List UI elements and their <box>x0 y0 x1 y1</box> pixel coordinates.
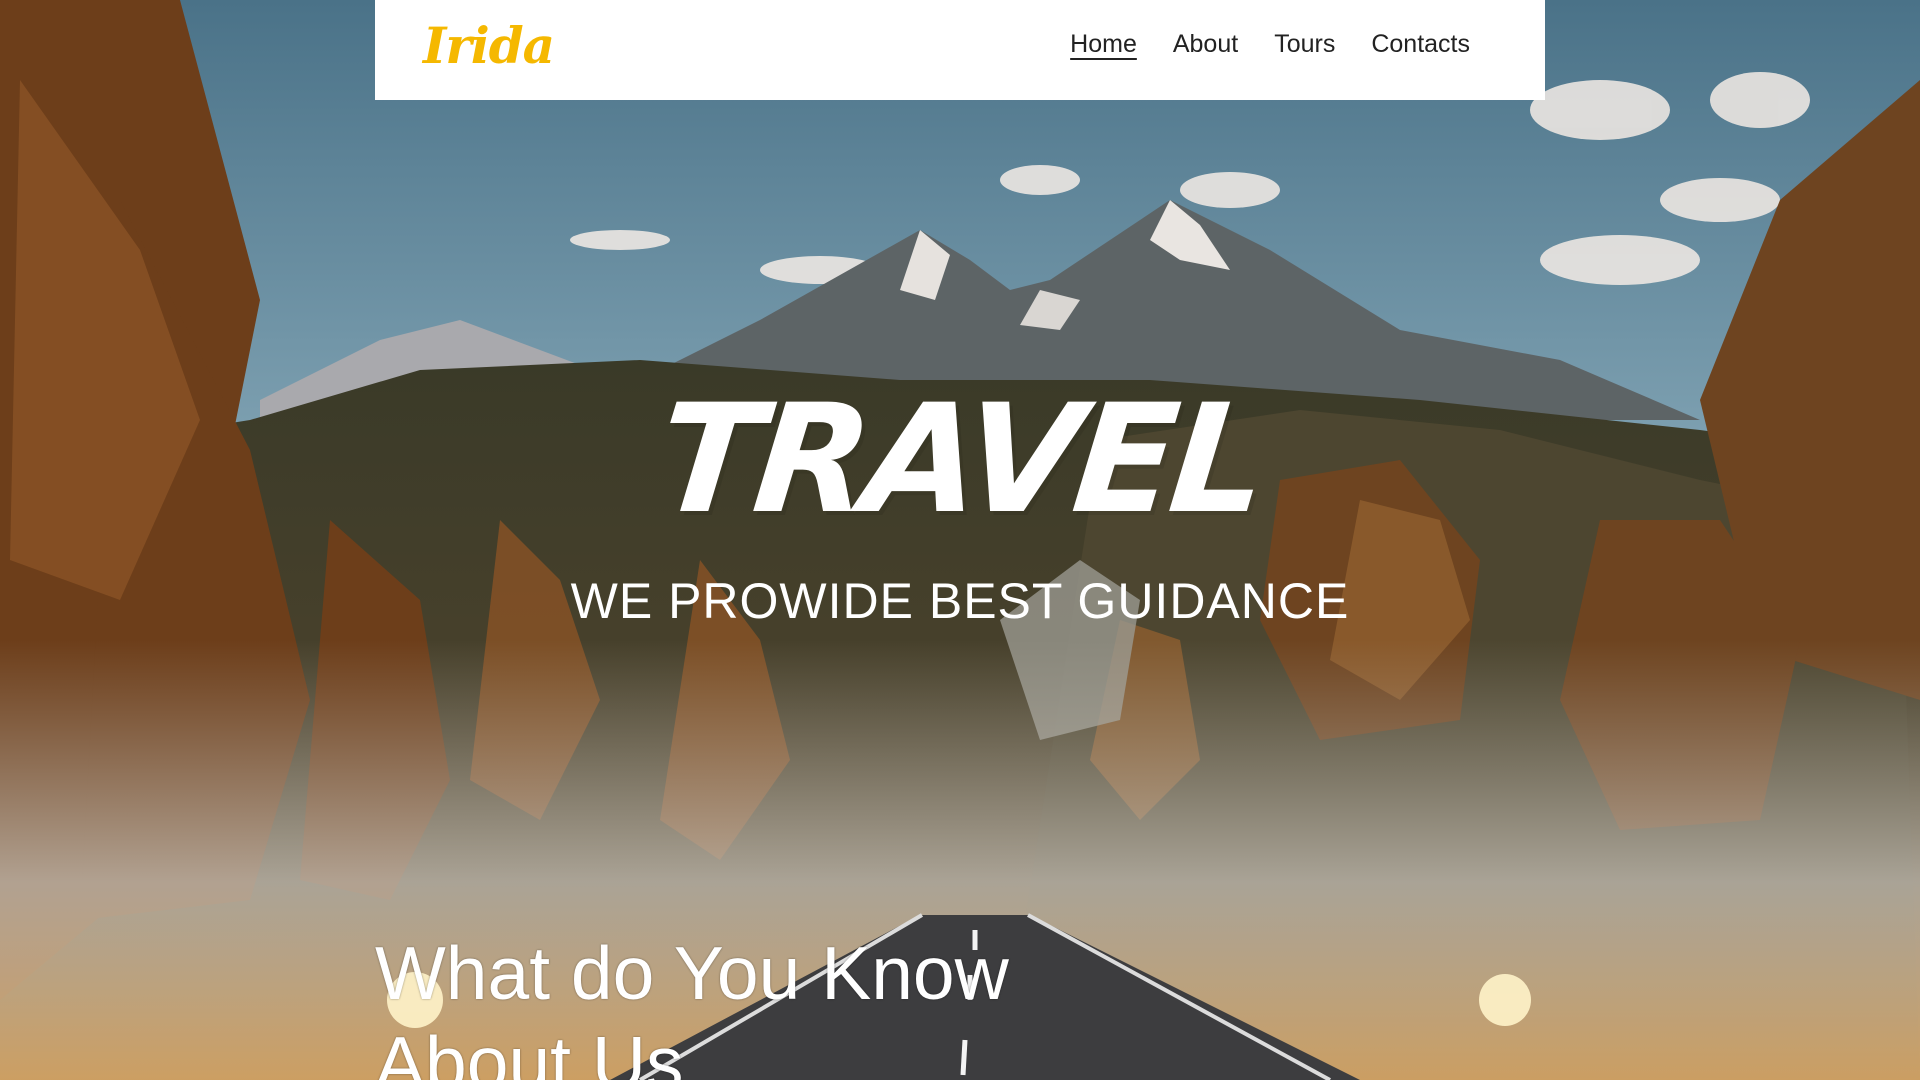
about-heading-line1: What do You Know <box>375 931 1009 1015</box>
brand-logo[interactable]: Irida <box>423 16 555 75</box>
nav-links: Home About Tours Contacts <box>1034 30 1470 59</box>
top-navbar: Irida Home About Tours Contacts <box>375 0 1545 100</box>
nav-link-contacts[interactable]: Contacts <box>1371 30 1470 59</box>
nav-link-about[interactable]: About <box>1173 30 1238 59</box>
about-heading: What do You Know About Us <box>375 928 1175 1080</box>
hero-title: TRAVEL <box>649 373 1271 547</box>
about-heading-line2: About Us <box>375 1021 684 1080</box>
hero-subtitle: WE PROWIDE BEST GUIDANCE <box>570 573 1350 629</box>
nav-link-home[interactable]: Home <box>1070 30 1137 59</box>
hero-section: TRAVEL WE PROWIDE BEST GUIDANCE What do … <box>0 0 1920 1080</box>
nav-link-tours[interactable]: Tours <box>1274 30 1335 59</box>
